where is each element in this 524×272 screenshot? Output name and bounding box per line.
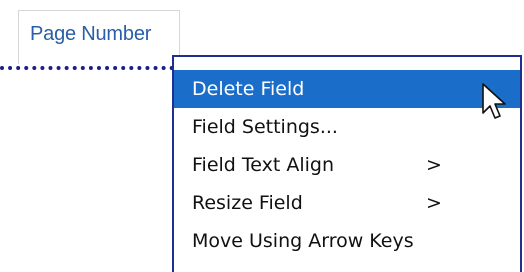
menu-item-label: Move Using Arrow Keys [192,230,414,252]
menu-item-label: Field Settings... [192,116,338,138]
submenu-arrow-icon: > [426,192,442,214]
menu-item-label: Field Text Align [192,154,335,176]
mouse-pointer-icon [482,83,506,119]
field-label: Page Number [30,23,152,45]
submenu-arrow-icon: > [426,154,442,176]
menu-item-resize-field[interactable]: Resize Field > [174,184,520,222]
menu-item-move-using-arrow-keys[interactable]: Move Using Arrow Keys [174,222,520,260]
field-selection-dotted-line [0,66,182,70]
menu-item-field-settings[interactable]: Field Settings... [174,108,520,146]
menu-item-field-text-align[interactable]: Field Text Align > [174,146,520,184]
page-number-field[interactable]: Page Number [18,10,180,64]
menu-item-label: Resize Field [192,192,303,214]
menu-item-label: Delete Field [192,78,305,100]
context-menu: Delete Field Field Settings... Field Tex… [172,55,522,272]
menu-item-delete-field[interactable]: Delete Field [174,70,520,108]
